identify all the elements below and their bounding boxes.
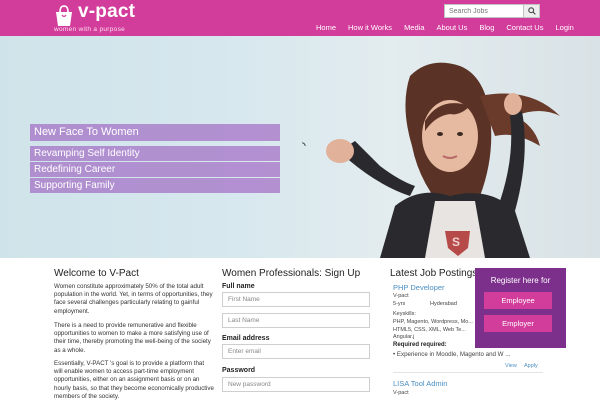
first-name-input[interactable] bbox=[222, 292, 370, 307]
full-name-label: Full name bbox=[222, 283, 255, 290]
nav-home[interactable]: Home bbox=[310, 23, 342, 32]
job-keyskills: PHP, Magento, Wordpress, Mo... HTML5, CS… bbox=[393, 319, 473, 341]
search-input[interactable] bbox=[445, 5, 523, 17]
job-view-link[interactable]: View bbox=[505, 363, 517, 369]
welcome-paragraph-2: There is a need to provide remunerative … bbox=[54, 322, 211, 354]
job-title-link[interactable]: LISA Tool Admin bbox=[393, 379, 447, 388]
search-button[interactable] bbox=[523, 5, 539, 17]
job-experience: 5-yrs bbox=[393, 301, 406, 307]
shopping-bag-icon bbox=[56, 5, 72, 26]
jobs-title: Latest Job Postings bbox=[390, 268, 478, 279]
nav-media[interactable]: Media bbox=[398, 23, 430, 32]
search-box bbox=[444, 4, 540, 18]
nav-blog[interactable]: Blog bbox=[473, 23, 500, 32]
top-header: v-pact women with a purpose Home How it … bbox=[0, 0, 600, 36]
job-required-label: Required required: bbox=[393, 342, 447, 348]
logo-tagline: women with a purpose bbox=[54, 26, 126, 33]
password-label: Password bbox=[222, 367, 256, 374]
job-apply-link[interactable]: Apply bbox=[524, 363, 538, 369]
nav-contact-us[interactable]: Contact Us bbox=[500, 23, 549, 32]
hero-headline: New Face To Women bbox=[30, 124, 280, 141]
signup-title: Women Professionals: Sign Up bbox=[222, 268, 361, 279]
search-icon bbox=[527, 7, 536, 15]
register-panel: Register here for Employee Employer bbox=[475, 268, 566, 348]
hero-woman-image: S bbox=[326, 62, 560, 258]
svg-text:S: S bbox=[452, 235, 460, 249]
last-name-input[interactable] bbox=[222, 313, 370, 328]
nav-about-us[interactable]: About Us bbox=[431, 23, 474, 32]
password-input[interactable] bbox=[222, 377, 370, 392]
register-employee-button[interactable]: Employee bbox=[484, 292, 552, 309]
job-required-text: • Experience in Moodle, Magento and W ..… bbox=[393, 351, 511, 358]
logo-text: v-pact bbox=[78, 1, 136, 22]
job-divider bbox=[393, 372, 543, 373]
main-nav: Home How it Works Media About Us Blog Co… bbox=[310, 23, 574, 32]
job-keyskills-label: Keyskills: bbox=[393, 311, 416, 317]
welcome-paragraph-3: Essentially, V-PACT 's goal is to provid… bbox=[54, 360, 214, 400]
nav-login[interactable]: Login bbox=[549, 23, 579, 32]
welcome-title: Welcome to V-Pact bbox=[54, 268, 139, 279]
vpact-logo[interactable]: v-pact women with a purpose bbox=[54, 1, 154, 33]
register-employer-button[interactable]: Employer bbox=[484, 315, 552, 332]
job-location: Hyderabad bbox=[430, 301, 457, 307]
email-label: Email address bbox=[222, 335, 270, 342]
job-title-link[interactable]: PHP Developer bbox=[393, 283, 445, 292]
job-company: V-pact bbox=[393, 293, 409, 299]
hero-point-3: Supporting Family bbox=[30, 178, 280, 193]
hero-banner: S New Face To Women Revamping Self Ident… bbox=[0, 36, 600, 258]
nav-how-it-works[interactable]: How it Works bbox=[342, 23, 398, 32]
register-title: Register here for bbox=[490, 276, 551, 285]
email-input[interactable] bbox=[222, 344, 370, 359]
hero-point-1: Revamping Self Identity bbox=[30, 146, 280, 161]
welcome-paragraph-1: Women constitute approximately 50% of th… bbox=[54, 283, 213, 315]
loading-spinner-icon bbox=[301, 142, 306, 147]
job-company: V-pact bbox=[393, 390, 409, 396]
hero-point-2: Redefining Career bbox=[30, 162, 280, 177]
